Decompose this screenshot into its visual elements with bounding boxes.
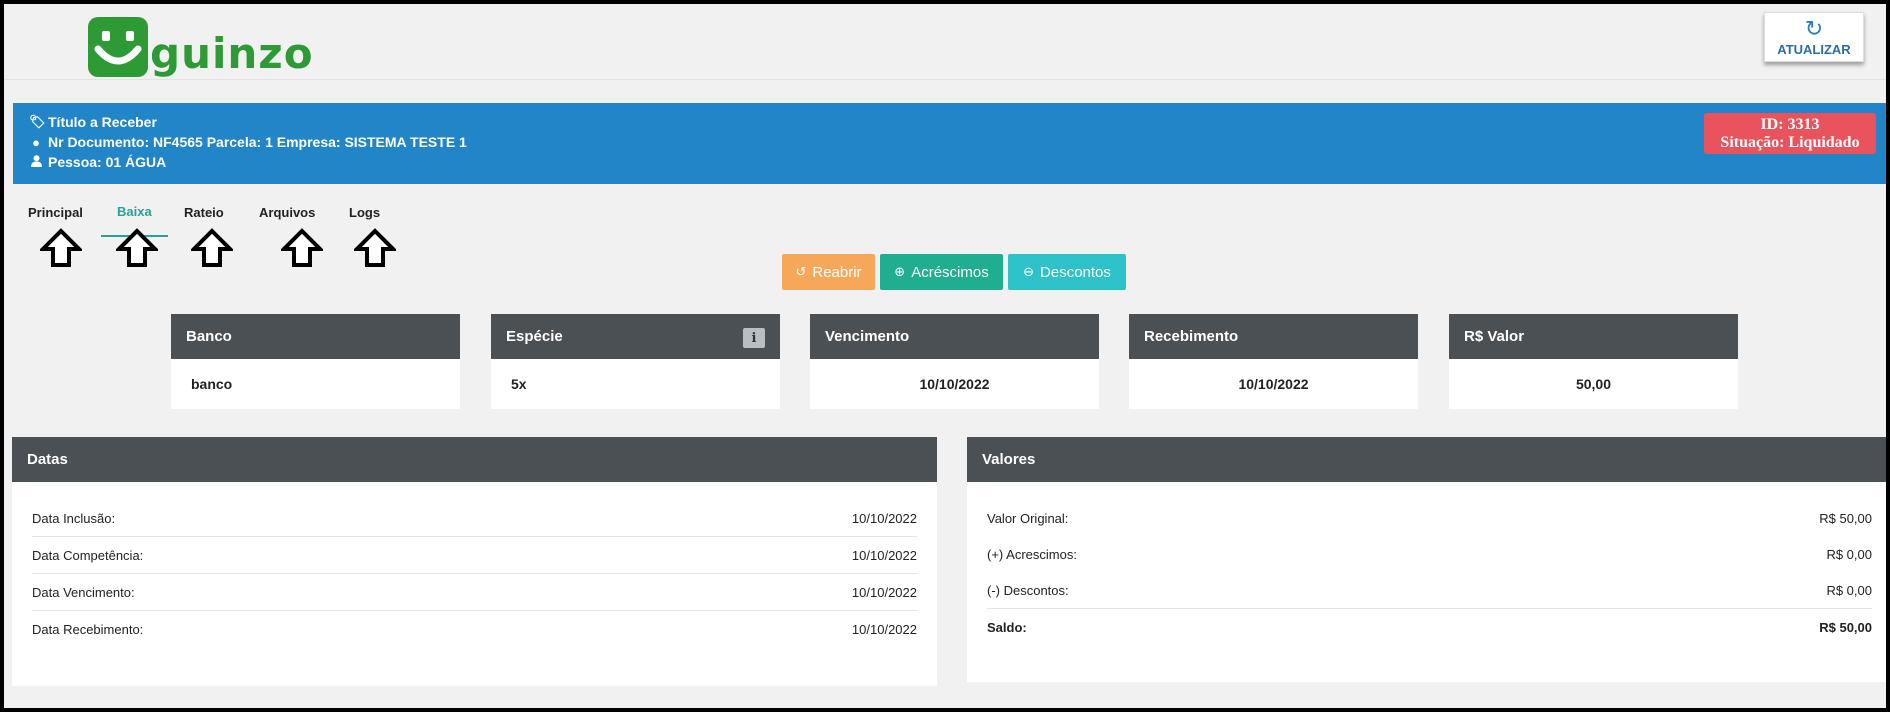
values-panel: Valores Valor Original: R$ 50,00 (+) Acr… xyxy=(967,437,1886,682)
user-icon xyxy=(29,154,43,170)
amount-header: R$ Valor xyxy=(1449,314,1738,359)
received-header: Recebimento xyxy=(1129,314,1418,359)
discounts-label: Descontos xyxy=(1040,263,1111,281)
up-arrow-icon xyxy=(354,228,396,267)
due-header: Vencimento xyxy=(810,314,1099,359)
app-window: guinzo ↻ ATUALIZAR 🏷 Título a Receber ● … xyxy=(4,4,1886,708)
value-row-value: R$ 50,00 xyxy=(1819,511,1872,526)
date-row-value: 10/10/2022 xyxy=(851,547,917,563)
logo: guinzo xyxy=(88,9,314,79)
due-value: 10/10/2022 xyxy=(919,376,990,392)
logo-smile-icon xyxy=(88,17,148,77)
refresh-icon: ↻ xyxy=(1804,15,1824,41)
banner-document-row: ● Nr Documento: NF4565 Parcela: 1 Empres… xyxy=(29,134,467,150)
value-row-label: (-) Descontos: xyxy=(987,582,1069,598)
due-card: Vencimento 10/10/2022 xyxy=(810,314,1099,409)
species-card: Espécie i 5x xyxy=(491,314,780,409)
amount-card: R$ Valor 50,00 xyxy=(1449,314,1738,409)
dates-panel-title: Datas xyxy=(12,437,937,482)
title-banner: 🏷 Título a Receber ● Nr Documento: NF456… xyxy=(13,103,1886,184)
value-row-label: (+) Acrescimos: xyxy=(987,547,1077,562)
dates-panel: Datas Data Inclusão: 10/10/2022 Data Com… xyxy=(12,437,937,686)
species-value: 5x xyxy=(511,376,527,392)
up-arrow-icon xyxy=(116,228,158,267)
date-row-label: Data Recebimento: xyxy=(32,622,144,637)
refresh-button[interactable]: ↻ ATUALIZAR xyxy=(1764,12,1864,62)
balance-label: Saldo: xyxy=(987,620,1027,635)
values-panel-title: Valores xyxy=(967,437,1886,482)
reopen-label: Reabrir xyxy=(812,263,862,281)
value-row-label: Valor Original: xyxy=(987,511,1069,526)
date-row-label: Data Vencimento: xyxy=(32,584,135,600)
species-header-label: Espécie xyxy=(506,328,563,345)
up-arrow-icon xyxy=(191,228,233,267)
bank-card: Banco banco xyxy=(171,314,460,409)
plus-circle-icon: ⊕ xyxy=(894,264,906,279)
value-row-value: R$ 0,00 xyxy=(1826,582,1872,598)
bank-value: banco xyxy=(191,376,233,392)
date-row: Data Vencimento: 10/10/2022 xyxy=(32,574,917,611)
record-id: ID: 3313 xyxy=(1760,116,1820,133)
up-arrow-icon xyxy=(281,228,323,267)
additions-button[interactable]: ⊕ Acréscimos xyxy=(880,254,1003,290)
banner-title: Título a Receber xyxy=(48,114,157,130)
banner-person: Pessoa: 01 ÁGUA xyxy=(48,154,167,170)
refresh-label: ATUALIZAR xyxy=(1777,41,1851,57)
discounts-button[interactable]: ⊖ Descontos xyxy=(1008,254,1126,290)
banner-document: Nr Documento: NF4565 Parcela: 1 Empresa:… xyxy=(48,134,467,150)
received-card: Recebimento 10/10/2022 xyxy=(1129,314,1418,409)
date-row-value: 10/10/2022 xyxy=(851,510,917,526)
species-header: Espécie i xyxy=(491,314,780,359)
status-badge: ID: 3313 Situação: Liquidado xyxy=(1704,113,1876,154)
value-row: (-) Descontos: R$ 0,00 xyxy=(987,572,1872,609)
undo-icon: ↺ xyxy=(795,264,807,279)
additions-label: Acréscimos xyxy=(911,263,989,281)
minus-circle-icon: ⊖ xyxy=(1023,264,1035,279)
date-row: Data Competência: 10/10/2022 xyxy=(32,537,917,574)
up-arrow-icon xyxy=(40,228,82,267)
record-status: Situação: Liquidado xyxy=(1720,134,1860,151)
date-row-value: 10/10/2022 xyxy=(851,584,917,600)
value-row: (+) Acrescimos: R$ 0,00 xyxy=(987,536,1872,573)
top-bar: guinzo ↻ ATUALIZAR xyxy=(4,4,1886,80)
banner-person-row: Pessoa: 01 ÁGUA xyxy=(29,154,166,170)
info-icon[interactable]: i xyxy=(743,328,765,348)
banner-title-row: 🏷 Título a Receber xyxy=(29,114,157,130)
reopen-button[interactable]: ↺ Reabrir xyxy=(782,254,875,290)
balance-row: Saldo: R$ 50,00 xyxy=(987,609,1872,646)
date-row: Data Inclusão: 10/10/2022 xyxy=(32,500,917,537)
date-row-label: Data Competência: xyxy=(32,547,144,563)
balance-value: R$ 50,00 xyxy=(1819,620,1872,635)
date-row-label: Data Inclusão: xyxy=(32,510,116,526)
logo-text: guinzo xyxy=(150,29,314,78)
amount-value: 50,00 xyxy=(1575,376,1612,392)
value-row: Valor Original: R$ 50,00 xyxy=(987,500,1872,537)
bank-header: Banco xyxy=(171,314,460,359)
tags-icon: 🏷 xyxy=(29,114,46,129)
circle-icon: ● xyxy=(32,134,40,150)
value-row-value: R$ 0,00 xyxy=(1826,547,1872,562)
date-row-value: 10/10/2022 xyxy=(851,622,917,637)
date-row: Data Recebimento: 10/10/2022 xyxy=(32,611,917,648)
received-value: 10/10/2022 xyxy=(1238,376,1309,392)
